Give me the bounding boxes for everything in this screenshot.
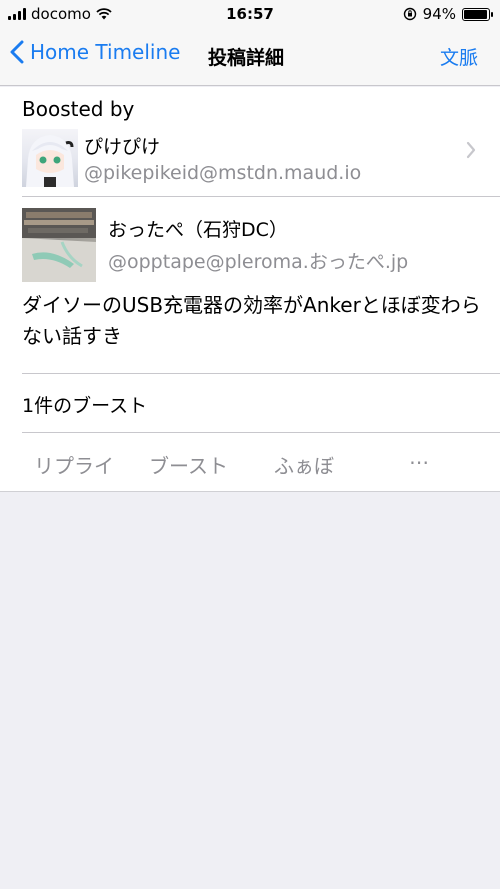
author-name: おったぺ（石狩DC） xyxy=(108,219,288,241)
status-bar: docomo 16:57 94% xyxy=(0,0,500,28)
divider xyxy=(22,373,500,374)
reply-button[interactable]: リプライ xyxy=(34,450,114,479)
booster-handle: @pikepikeid@mstdn.maud.io xyxy=(84,162,362,184)
booster-avatar xyxy=(22,129,78,187)
divider xyxy=(22,196,500,197)
boost-count-link[interactable]: 1件のブースト xyxy=(22,391,147,418)
battery-icon xyxy=(462,7,493,21)
battery-percent: 94% xyxy=(422,5,456,23)
action-bar: リプライ ブースト ふぁぼ ⋯ xyxy=(0,432,500,492)
page-title: 投稿詳細 xyxy=(208,47,285,69)
post-detail-card: Boosted by ぴけぴけ @pikepikeid@mstdn.maud.i… xyxy=(0,87,500,492)
back-label: Home Timeline xyxy=(30,40,181,64)
booster-row[interactable]: ぴけぴけ @pikepikeid@mstdn.maud.io xyxy=(0,127,500,197)
booster-name: ぴけぴけ xyxy=(84,136,161,158)
navigation-bar: Home Timeline 投稿詳細 文脈 xyxy=(0,28,500,86)
context-button[interactable]: 文脈 xyxy=(440,43,478,70)
chevron-right-icon xyxy=(466,141,476,159)
author-handle: @opptape@pleroma.おったぺ.jp xyxy=(108,251,409,273)
status-right: 94% xyxy=(403,5,493,23)
boosted-by-label: Boosted by xyxy=(22,97,135,121)
back-button[interactable]: Home Timeline xyxy=(10,40,180,64)
boost-button[interactable]: ブースト xyxy=(149,450,228,479)
author-avatar[interactable] xyxy=(22,208,96,282)
more-button[interactable]: ⋯ xyxy=(409,450,429,474)
post-content: ダイソーのUSB充電器の効率がAnkerとほぼ変わらない話すき xyxy=(22,293,481,348)
favourite-button[interactable]: ふぁぼ xyxy=(274,450,334,479)
rotation-lock-icon xyxy=(403,7,416,21)
chevron-left-icon xyxy=(10,40,24,64)
